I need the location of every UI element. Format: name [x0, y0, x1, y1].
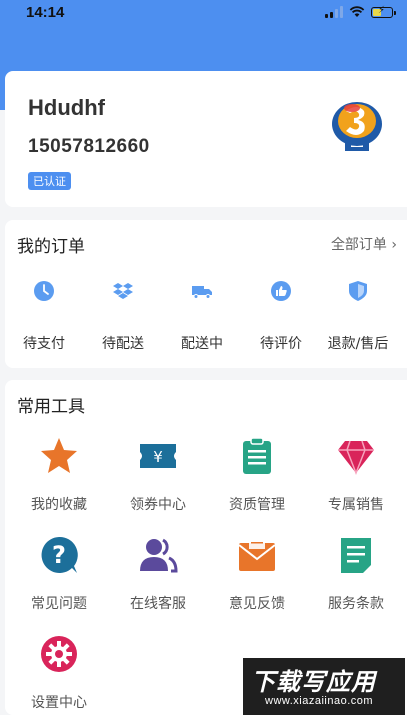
order-label: 待评价 [260, 336, 302, 352]
tool-coupon-center[interactable]: ¥ 领券中心 [110, 436, 206, 514]
watermark: 下载写应用 www.xiazaiinao.com [243, 658, 405, 715]
wifi-icon [349, 6, 365, 17]
status-bar: 14:14 ⚡ [0, 0, 407, 26]
clock-icon [34, 281, 54, 301]
truck-icon [192, 286, 212, 299]
all-orders-link[interactable]: 全部订单 › [331, 234, 397, 254]
company-logo [332, 102, 382, 151]
diamond-icon [338, 440, 374, 476]
order-label: 退款/售后 [327, 336, 389, 352]
dropbox-icon [113, 283, 133, 299]
tool-favorites[interactable]: 我的收藏 [11, 436, 107, 514]
tool-label: 专属销售 [328, 497, 384, 513]
orders-card: 我的订单 全部订单 › 待支付 待配送 配送中 待评价 退款/售后 [5, 220, 407, 368]
users-icon [140, 538, 178, 573]
tool-label: 在线客服 [130, 596, 186, 612]
order-label: 待支付 [23, 336, 65, 352]
gear-icon [41, 636, 77, 672]
tool-label: 我的收藏 [31, 497, 87, 513]
order-label: 待配送 [102, 336, 144, 352]
status-time: 14:14 [26, 4, 65, 21]
coupon-icon: ¥ [140, 444, 176, 468]
document-icon [341, 538, 371, 573]
tool-feedback[interactable]: 意见反馈 [209, 535, 305, 613]
thumbs-up-icon [271, 281, 291, 301]
tool-label: 服务条款 [328, 596, 384, 612]
svg-text:¥: ¥ [153, 448, 163, 466]
watermark-url: www.xiazaiinao.com [265, 695, 374, 707]
tool-exclusive-sales[interactable]: 专属销售 [308, 436, 404, 514]
status-icons: ⚡ [325, 5, 396, 18]
signal-icon [325, 6, 343, 18]
shield-icon [349, 281, 367, 301]
tools-title: 常用工具 [17, 397, 85, 417]
tool-qualification[interactable]: 资质管理 [209, 436, 305, 514]
user-name: Hdudhf [28, 95, 105, 120]
tool-label: 设置中心 [31, 695, 87, 711]
order-refund[interactable]: 退款/售后 [323, 280, 393, 353]
tool-label: 常见问题 [31, 596, 87, 612]
mail-icon [238, 539, 276, 571]
svg-text:?: ? [52, 541, 66, 569]
verified-badge: 已认证 [28, 172, 71, 190]
tool-settings[interactable]: 设置中心 [11, 634, 107, 712]
tool-terms[interactable]: 服务条款 [308, 535, 404, 613]
order-in-delivery[interactable]: 配送中 [167, 280, 237, 353]
profile-card[interactable]: Hdudhf 15057812660 已认证 [5, 71, 407, 207]
star-icon [41, 438, 77, 473]
tool-label: 领券中心 [130, 497, 186, 513]
tool-online-service[interactable]: 在线客服 [110, 535, 206, 613]
user-phone: 15057812660 [28, 136, 150, 157]
order-pending-review[interactable]: 待评价 [246, 280, 316, 353]
order-label: 配送中 [181, 336, 223, 352]
watermark-title: 下载写应用 [251, 668, 376, 696]
order-pending-payment[interactable]: 待支付 [9, 280, 79, 353]
tool-label: 意见反馈 [229, 596, 285, 612]
clipboard-icon [243, 437, 271, 474]
orders-title: 我的订单 [17, 237, 85, 257]
tool-label: 资质管理 [229, 497, 285, 513]
question-icon: ? [41, 536, 78, 573]
tool-faq[interactable]: ? 常见问题 [11, 535, 107, 613]
battery-icon: ⚡ [371, 5, 396, 18]
order-pending-delivery[interactable]: 待配送 [88, 280, 158, 353]
